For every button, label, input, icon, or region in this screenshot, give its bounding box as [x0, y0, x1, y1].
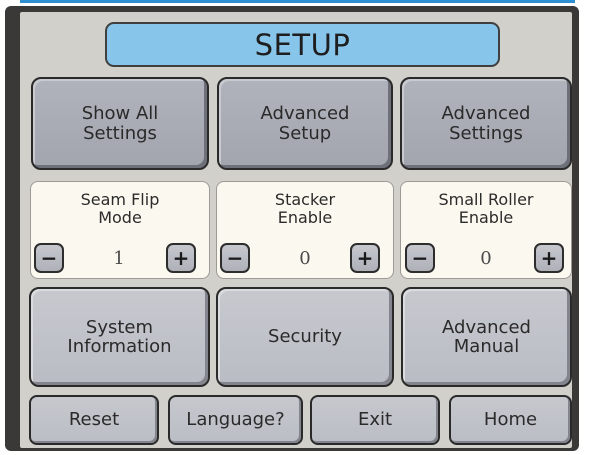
exit-button[interactable]: Exit: [310, 395, 440, 445]
advanced-settings-button[interactable]: Advanced Settings: [400, 77, 572, 170]
home-button[interactable]: Home: [449, 395, 572, 445]
stacker-enable-value: 0: [299, 248, 311, 269]
top-accent-line: [20, 0, 575, 3]
stacker-enable-increment-button[interactable]: +: [350, 243, 380, 273]
show-all-settings-button[interactable]: Show All Settings: [31, 77, 209, 170]
stacker-enable-decrement-button[interactable]: −: [220, 243, 250, 273]
language-button[interactable]: Language?: [168, 395, 303, 445]
small-roller-enable-decrement-button[interactable]: −: [405, 243, 435, 273]
seam-flip-mode-increment-button[interactable]: +: [166, 243, 196, 273]
seam-flip-mode-label: Seam Flip Mode: [80, 190, 160, 227]
seam-flip-mode-value: 1: [113, 248, 125, 269]
advanced-setup-button[interactable]: Advanced Setup: [217, 77, 393, 170]
stacker-enable-panel: Stacker Enable − 0 +: [216, 181, 394, 279]
system-information-button[interactable]: System Information: [29, 287, 210, 387]
small-roller-enable-increment-button[interactable]: +: [534, 243, 564, 273]
advanced-manual-button[interactable]: Advanced Manual: [401, 287, 572, 387]
seam-flip-mode-panel: Seam Flip Mode − 1 +: [30, 181, 210, 279]
small-roller-enable-value: 0: [480, 248, 492, 269]
stacker-enable-label: Stacker Enable: [274, 190, 336, 227]
security-button[interactable]: Security: [216, 287, 394, 387]
seam-flip-mode-decrement-button[interactable]: −: [34, 243, 64, 273]
small-roller-enable-label: Small Roller Enable: [438, 190, 534, 227]
page-title: SETUP: [105, 22, 500, 67]
reset-button[interactable]: Reset: [29, 395, 159, 445]
small-roller-enable-panel: Small Roller Enable − 0 +: [400, 181, 572, 279]
